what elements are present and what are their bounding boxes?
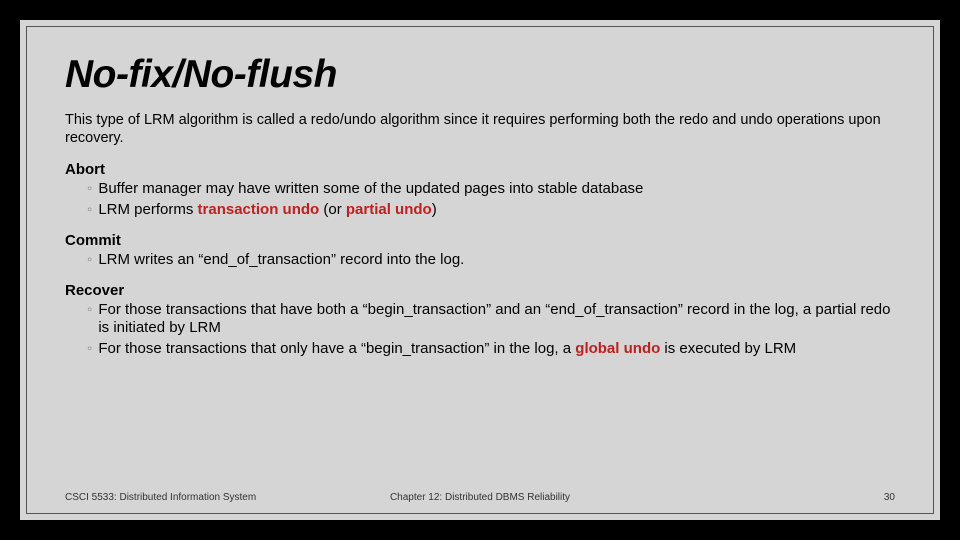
bullet-marker-icon: ◦ — [87, 340, 92, 359]
recover-heading: Recover — [65, 282, 895, 299]
bullet-marker-icon: ◦ — [87, 251, 92, 270]
abort-bullet-2: ◦ LRM performs transaction undo (or part… — [65, 201, 895, 220]
slide-title: No-fix/No-flush — [65, 53, 895, 97]
abort-b2-red1: transaction undo — [198, 201, 320, 218]
abort-b2-post: ) — [432, 201, 437, 218]
commit-bullet-1: ◦ LRM writes an “end_of_transaction” rec… — [65, 251, 895, 270]
intro-text: This type of LRM algorithm is called a r… — [65, 111, 895, 147]
commit-heading: Commit — [65, 232, 895, 249]
bullet-marker-icon: ◦ — [87, 301, 92, 320]
abort-heading: Abort — [65, 161, 895, 178]
section-commit: Commit ◦ LRM writes an “end_of_transacti… — [65, 232, 895, 270]
footer-center: Chapter 12: Distributed DBMS Reliability — [65, 492, 895, 503]
slide-footer: CSCI 5533: Distributed Information Syste… — [65, 492, 895, 503]
abort-b2-mid: (or — [319, 201, 346, 218]
slide-background: No-fix/No-flush This type of LRM algorit… — [20, 20, 940, 520]
abort-bullet-1-text: Buffer manager may have written some of … — [98, 180, 895, 199]
recover-b2-pre: For those transactions that only have a … — [98, 340, 575, 357]
abort-b2-red2: partial undo — [346, 201, 432, 218]
abort-bullet-2-text: LRM performs transaction undo (or partia… — [98, 201, 895, 220]
recover-bullet-1: ◦ For those transactions that have both … — [65, 301, 895, 339]
bullet-marker-icon: ◦ — [87, 180, 92, 199]
commit-bullet-1-text: LRM writes an “end_of_transaction” recor… — [98, 251, 895, 270]
recover-bullet-2: ◦ For those transactions that only have … — [65, 340, 895, 359]
section-abort: Abort ◦ Buffer manager may have written … — [65, 161, 895, 220]
bullet-marker-icon: ◦ — [87, 201, 92, 220]
recover-bullet-2-text: For those transactions that only have a … — [98, 340, 895, 359]
recover-b2-red: global undo — [575, 340, 660, 357]
abort-b2-pre: LRM performs — [98, 201, 197, 218]
recover-b2-post: is executed by LRM — [660, 340, 796, 357]
section-recover: Recover ◦ For those transactions that ha… — [65, 282, 895, 359]
slide-frame: No-fix/No-flush This type of LRM algorit… — [26, 26, 934, 514]
abort-bullet-1: ◦ Buffer manager may have written some o… — [65, 180, 895, 199]
recover-bullet-1-text: For those transactions that have both a … — [98, 301, 895, 339]
